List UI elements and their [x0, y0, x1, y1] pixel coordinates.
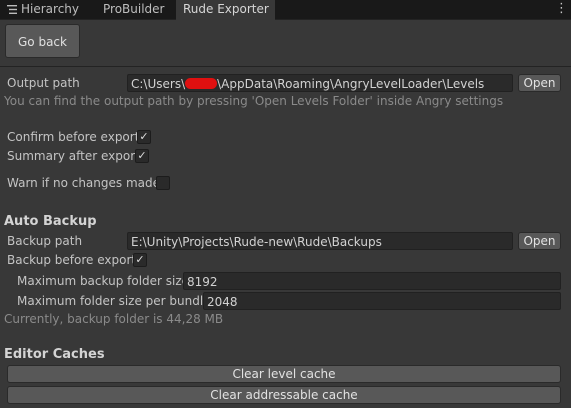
- hierarchy-icon: [7, 5, 17, 14]
- tab-hierarchy-label: Hierarchy: [21, 2, 80, 16]
- checkmark-icon: ✓: [139, 130, 149, 143]
- max-bundle-size-label: Maximum folder size per bundle: [17, 294, 211, 308]
- auto-backup-title: Auto Backup: [4, 214, 97, 229]
- max-backup-size-label: Maximum backup folder size: [17, 274, 190, 288]
- backup-path-label: Backup path: [7, 234, 83, 248]
- tab-hierarchy[interactable]: Hierarchy: [7, 0, 79, 19]
- output-path-prefix: C:\Users\: [131, 77, 186, 91]
- redaction-mark: [185, 78, 218, 89]
- checkmark-icon: ✓: [135, 253, 145, 266]
- backup-status-text: Currently, backup folder is 44,28 MB: [4, 312, 224, 326]
- tab-probuilder[interactable]: ProBuilder: [103, 0, 164, 19]
- clear-level-cache-button[interactable]: Clear level cache: [7, 365, 561, 383]
- max-backup-size-field[interactable]: 8192: [183, 272, 561, 290]
- tab-probuilder-label: ProBuilder: [103, 2, 165, 16]
- summary-after-export-label: Summary after export: [7, 149, 140, 163]
- output-open-button[interactable]: Open: [518, 74, 561, 92]
- output-path-field[interactable]: C:\Users\ \AppData\Roaming\AngryLevelLoad…: [127, 74, 513, 92]
- output-path-hint: You can find the output path by pressing…: [4, 94, 504, 108]
- go-back-button[interactable]: Go back: [5, 24, 80, 58]
- checkmark-icon: ✓: [137, 149, 147, 162]
- backup-path-field[interactable]: E:\Unity\Projects\Rude-new\Rude\Backups: [127, 232, 513, 250]
- confirm-before-export-label: Confirm before export: [7, 130, 140, 144]
- backup-before-export-label: Backup before export: [7, 253, 137, 267]
- warn-no-changes-label: Warn if no changes made: [7, 176, 160, 190]
- editor-caches-title: Editor Caches: [4, 347, 105, 362]
- max-bundle-size-field[interactable]: 2048: [203, 292, 561, 310]
- output-path-suffix: \AppData\Roaming\AngryLevelLoader\Levels: [217, 77, 485, 91]
- kebab-menu-icon[interactable]: ⋮: [555, 2, 568, 16]
- warn-no-changes-checkbox[interactable]: [156, 176, 170, 190]
- summary-after-export-checkbox[interactable]: ✓: [135, 149, 149, 163]
- tab-rude-exporter-label: Rude Exporter: [183, 2, 269, 16]
- divider: [0, 66, 571, 67]
- tab-bar: Hierarchy ProBuilder Rude Exporter ⋮: [0, 0, 571, 20]
- tab-rude-exporter[interactable]: Rude Exporter: [176, 0, 275, 20]
- confirm-before-export-checkbox[interactable]: ✓: [137, 130, 151, 144]
- backup-before-export-checkbox[interactable]: ✓: [133, 253, 147, 267]
- clear-addressable-cache-button[interactable]: Clear addressable cache: [7, 386, 561, 404]
- output-path-label: Output path: [7, 76, 80, 90]
- backup-open-button[interactable]: Open: [518, 232, 561, 250]
